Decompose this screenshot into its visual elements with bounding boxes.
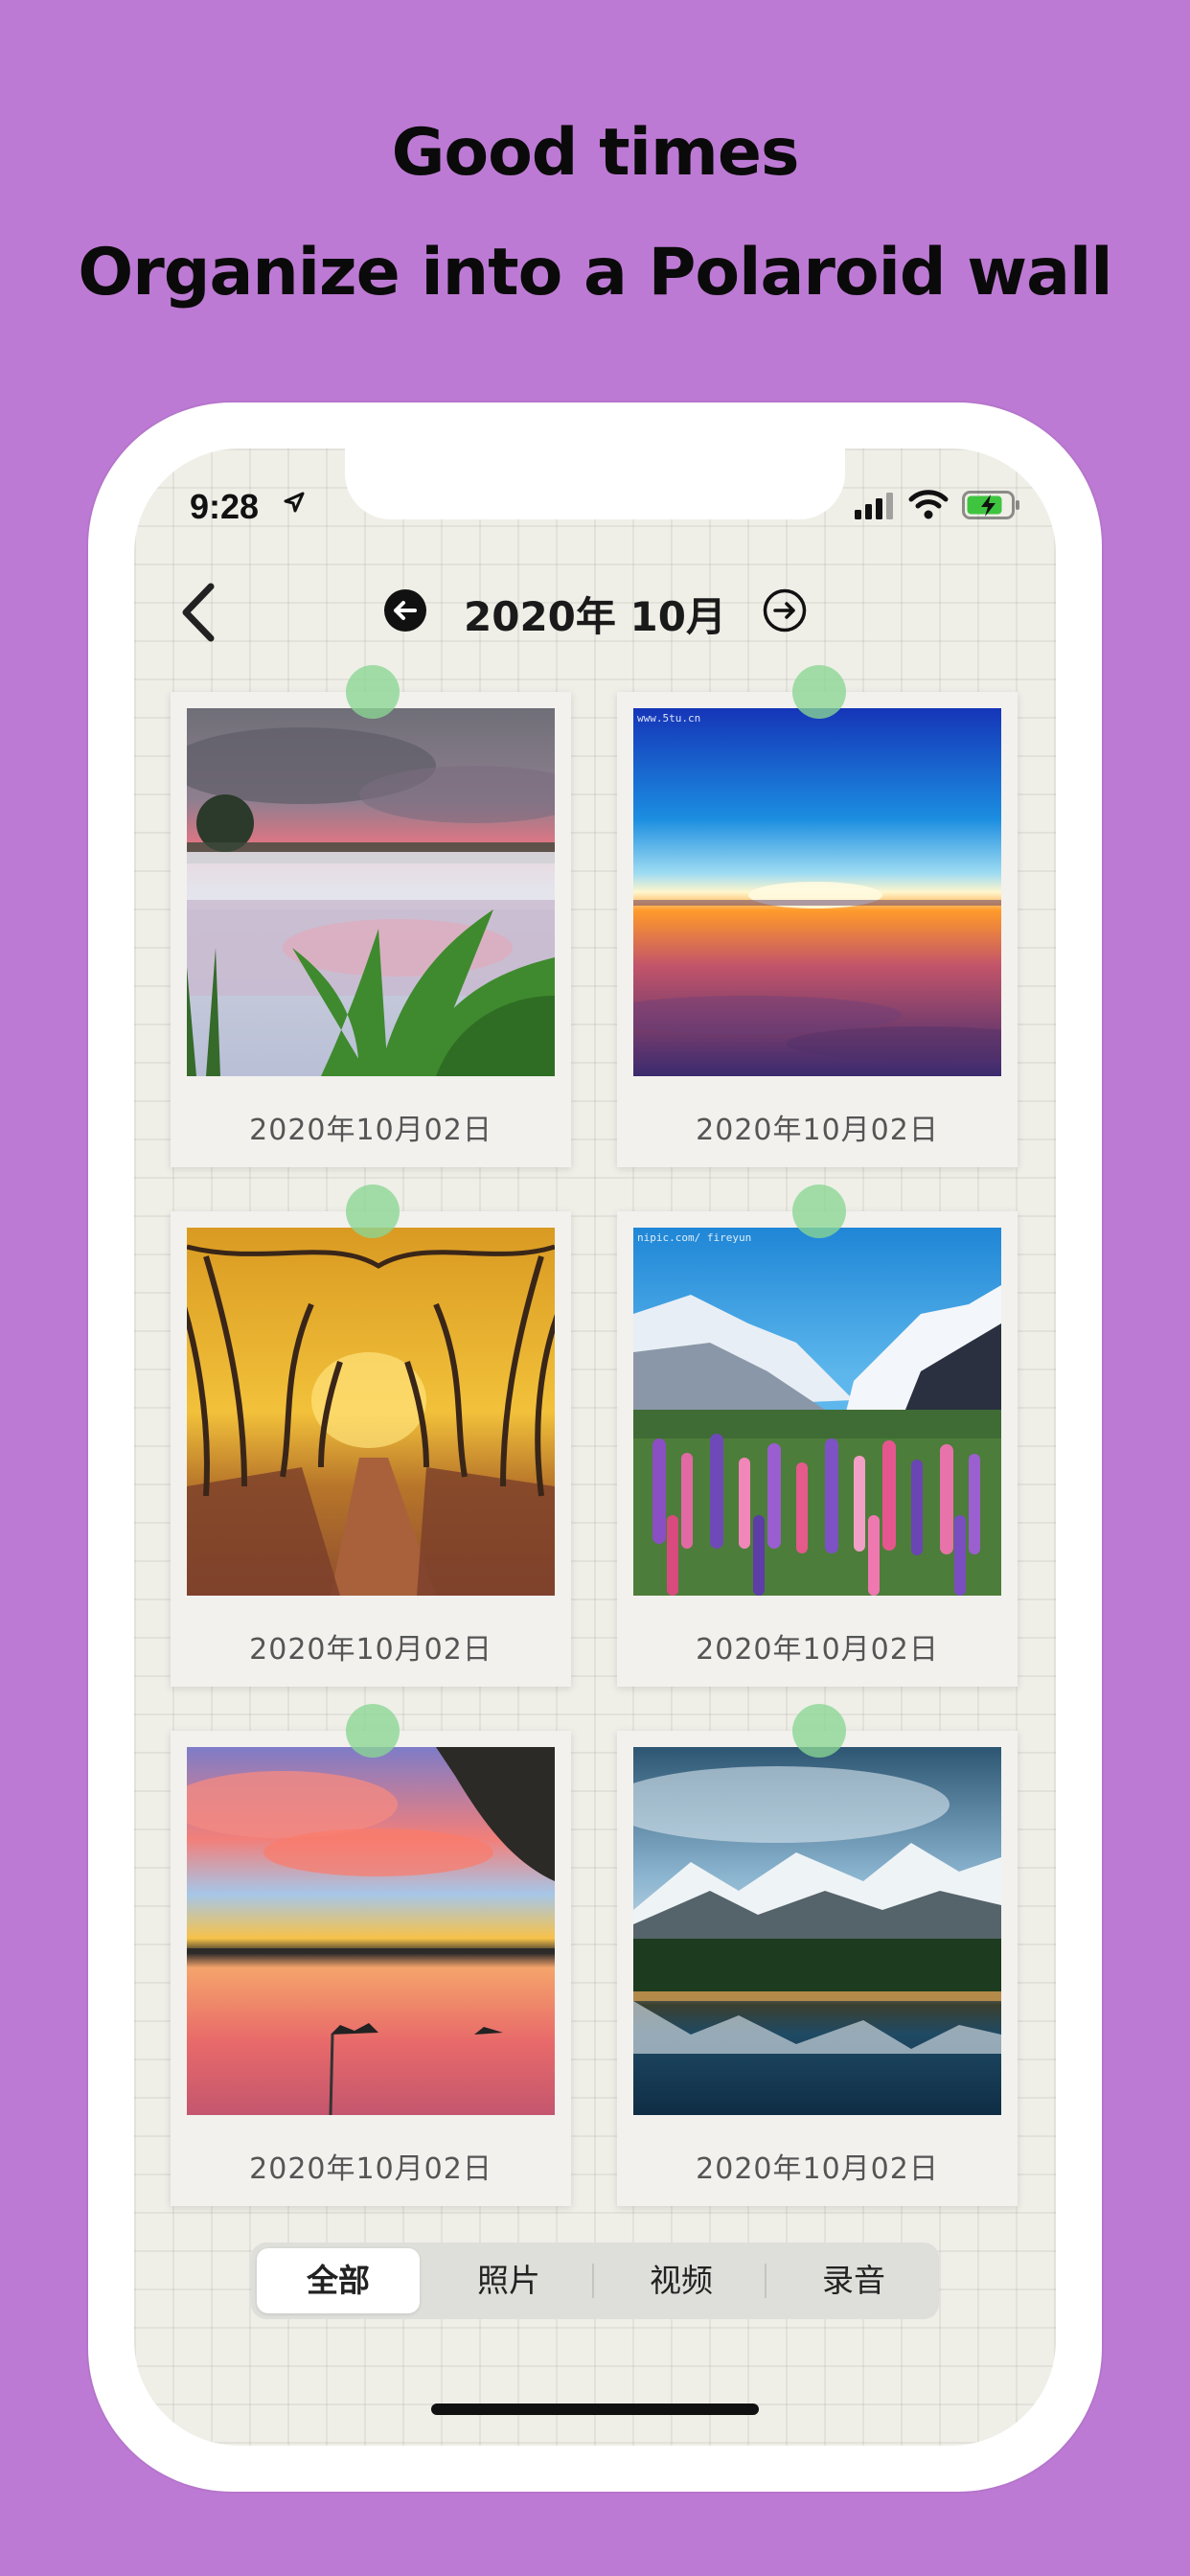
polaroid-card[interactable]: www.5tu.cn 2020年10月02日 bbox=[617, 692, 1018, 1167]
pin-marker bbox=[346, 1704, 400, 1758]
next-month-button[interactable] bbox=[763, 588, 807, 632]
photo-date: 2020年10月02日 bbox=[249, 2152, 492, 2186]
pin-marker bbox=[346, 1184, 400, 1238]
photo-thumbnail bbox=[633, 1747, 1001, 2115]
segment-all[interactable]: 全部 bbox=[257, 2248, 420, 2313]
photo-date: 2020年10月02日 bbox=[696, 1633, 939, 1667]
photo-thumbnail bbox=[187, 708, 555, 1076]
cellular-signal-icon bbox=[855, 493, 893, 519]
photo-thumbnail bbox=[187, 1228, 555, 1596]
photo-watermark: nipic.com/ fireyun bbox=[637, 1231, 752, 1244]
pin-marker bbox=[792, 665, 846, 719]
phone-frame: 9:28 2020年 10月 2020年10月02日 www.5tu.cn 20… bbox=[88, 402, 1102, 2492]
pin-marker bbox=[792, 1704, 846, 1758]
photo-date: 2020年10月02日 bbox=[696, 1114, 939, 1147]
headline-title: Good times bbox=[391, 115, 800, 191]
segment-photos[interactable]: 照片 bbox=[427, 2248, 590, 2313]
segment-videos[interactable]: 视频 bbox=[600, 2248, 763, 2313]
headline-subtitle: Organize into a Polaroid wall bbox=[78, 235, 1112, 310]
photo-watermark: www.5tu.cn bbox=[637, 712, 701, 724]
back-chevron-icon[interactable] bbox=[172, 579, 230, 646]
polaroid-card[interactable]: nipic.com/ fireyun 2020年10月02日 bbox=[617, 1211, 1018, 1687]
photo-thumbnail: www.5tu.cn bbox=[633, 708, 1001, 1076]
status-time: 9:28 bbox=[190, 487, 260, 526]
wifi-icon bbox=[908, 490, 949, 519]
previous-month-button[interactable] bbox=[383, 588, 427, 632]
pin-marker bbox=[346, 665, 400, 719]
polaroid-card[interactable]: 2020年10月02日 bbox=[171, 1731, 571, 2206]
polaroid-card[interactable]: 2020年10月02日 bbox=[617, 1731, 1018, 2206]
battery-charging-icon bbox=[962, 491, 1019, 519]
photo-thumbnail bbox=[187, 1747, 555, 2115]
segment-recordings[interactable]: 录音 bbox=[772, 2248, 935, 2313]
pin-marker bbox=[792, 1184, 846, 1238]
polaroid-card[interactable]: 2020年10月02日 bbox=[171, 1211, 571, 1687]
segment-divider bbox=[765, 2264, 767, 2298]
media-filter-segmented-control: 全部 照片 视频 录音 bbox=[251, 2242, 939, 2319]
phone-notch bbox=[345, 448, 845, 519]
photo-date: 2020年10月02日 bbox=[249, 1633, 492, 1667]
home-indicator[interactable] bbox=[431, 2404, 759, 2415]
photo-date: 2020年10月02日 bbox=[249, 1114, 492, 1147]
month-title: 2020年 10月 bbox=[464, 593, 726, 640]
app-screen: 9:28 2020年 10月 2020年10月02日 www.5tu.cn 20… bbox=[134, 448, 1056, 2446]
segment-divider bbox=[592, 2264, 594, 2298]
photo-date: 2020年10月02日 bbox=[696, 2152, 939, 2186]
photo-thumbnail: nipic.com/ fireyun bbox=[633, 1228, 1001, 1596]
location-arrow-icon bbox=[284, 492, 305, 513]
polaroid-card[interactable]: 2020年10月02日 bbox=[171, 692, 571, 1167]
